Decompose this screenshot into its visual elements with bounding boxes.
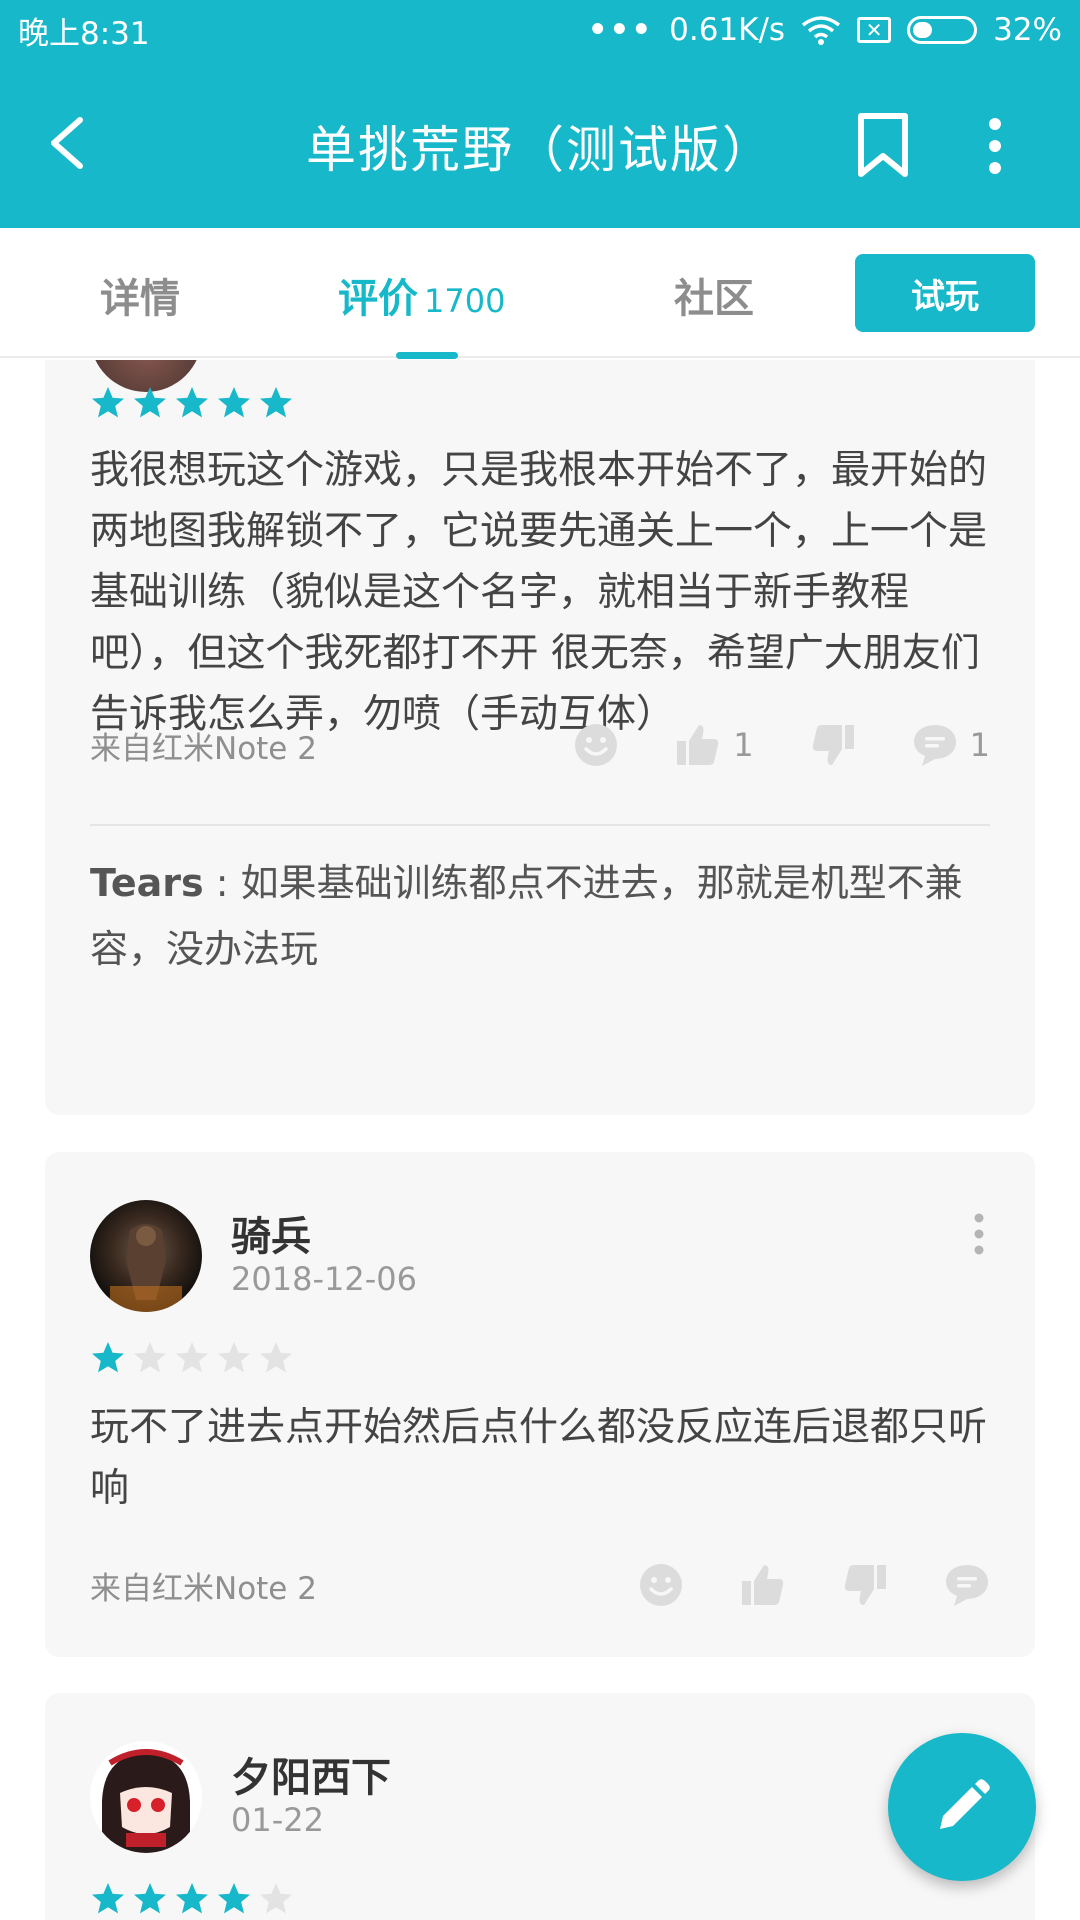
tab-details-label: 详情	[100, 276, 180, 322]
like-button[interactable]: 1	[675, 722, 754, 768]
no-sim-icon: ✕	[857, 17, 892, 43]
write-review-button[interactable]	[888, 1733, 1036, 1881]
more-vertical-icon[interactable]	[980, 116, 1010, 176]
review-card: 骑兵 2018-12-06 玩不了进去点开始然后点什么都没反应连后退都只听响 来…	[45, 1152, 1035, 1657]
dislike-button[interactable]	[842, 1562, 888, 1608]
like-button[interactable]	[740, 1562, 786, 1608]
star-filled-icon	[134, 387, 166, 418]
tab-community-label: 社区	[674, 276, 754, 322]
reply-author[interactable]: Tears	[90, 861, 204, 905]
signal-dots-icon: •••	[587, 12, 654, 48]
device-label: 来自红米Note 2	[90, 730, 317, 767]
tab-bar: 详情 评价 1700 社区 试玩	[0, 228, 1080, 359]
thumbs-up-icon	[677, 725, 719, 765]
network-speed: 0.61K/s	[669, 12, 786, 48]
review-card: 夕阳西下 01-22	[45, 1693, 1035, 1920]
avatar-image	[110, 1224, 182, 1312]
star-filled-icon	[92, 1883, 124, 1914]
star-filled-icon	[176, 387, 208, 418]
status-time: 晚上8:31	[18, 15, 150, 52]
bookmark-icon[interactable]	[855, 112, 911, 178]
review-text: 我很想玩这个游戏，只是我根本开始不了，最开始的两地图我解锁不了，它说要先通关上一…	[90, 448, 988, 737]
tab-reviews[interactable]: 评价 1700	[338, 266, 505, 324]
app-bar: 单挑荒野（测试版）	[0, 60, 1080, 228]
thumbs-down-icon	[812, 725, 854, 765]
star-empty-icon	[260, 1342, 292, 1373]
dislike-button[interactable]	[810, 722, 856, 768]
reviews-list[interactable]: 我很想玩这个游戏，只是我根本开始不了，最开始的两地图我解锁不了，它说要先通关上一…	[0, 360, 1080, 1920]
battery-percent: 32%	[993, 12, 1062, 48]
rating-stars	[90, 1340, 294, 1376]
review-date: 2018-12-06	[231, 1260, 417, 1298]
review-meta: 来自红米Note 2 1 1	[90, 720, 990, 770]
username[interactable]: 骑兵	[231, 1204, 311, 1262]
emoji-button[interactable]	[638, 1562, 684, 1608]
pencil-icon	[940, 1779, 990, 1829]
comment-icon	[913, 725, 956, 766]
review-count: 1700	[424, 282, 506, 320]
comment-button[interactable]: 1	[912, 722, 990, 768]
comment-count: 1	[969, 726, 990, 764]
tab-reviews-label: 评价	[338, 276, 418, 322]
page-title: 单挑荒野（测试版）	[306, 121, 774, 179]
username[interactable]: 夕阳西下	[231, 1745, 391, 1803]
review-text: 玩不了进去点开始然后点什么都没反应连后退都只听响	[90, 1405, 988, 1511]
star-empty-icon	[176, 1342, 208, 1373]
star-filled-icon	[92, 387, 124, 418]
device-label: 来自红米Note 2	[90, 1570, 317, 1607]
battery-icon	[907, 16, 978, 44]
tab-details[interactable]: 详情	[100, 266, 180, 324]
comment-icon	[946, 1565, 988, 1606]
avatar[interactable]	[90, 1200, 202, 1312]
reply[interactable]: Tears : 如果基础训练都点不进去，那就是机型不兼容，没办法玩	[90, 850, 990, 982]
star-empty-icon	[260, 1883, 292, 1914]
comment-button[interactable]	[944, 1562, 990, 1608]
star-filled-icon	[218, 1883, 250, 1914]
star-empty-icon	[134, 1342, 166, 1373]
rating-stars	[90, 385, 294, 421]
star-empty-icon	[218, 1342, 250, 1373]
more-vertical-icon[interactable]	[969, 1212, 989, 1256]
thumbs-down-icon	[844, 1565, 886, 1605]
review-card: 我很想玩这个游戏，只是我根本开始不了，最开始的两地图我解锁不了，它说要先通关上一…	[45, 360, 1035, 1115]
rating-stars	[90, 1881, 294, 1917]
wifi-icon	[802, 16, 841, 45]
avatar[interactable]	[90, 1741, 202, 1853]
smiley-icon	[575, 724, 618, 766]
reply-separator: :	[203, 861, 241, 905]
star-filled-icon	[134, 1883, 166, 1914]
avatar-image	[102, 1749, 190, 1853]
star-filled-icon	[260, 387, 292, 418]
like-count: 1	[733, 726, 754, 764]
try-play-button[interactable]: 试玩	[855, 254, 1035, 332]
smiley-icon	[640, 1564, 682, 1606]
thumbs-up-icon	[742, 1565, 784, 1605]
emoji-button[interactable]	[573, 722, 619, 768]
star-filled-icon	[92, 1342, 124, 1373]
review-date: 01-22	[231, 1801, 324, 1839]
star-filled-icon	[218, 387, 250, 418]
tab-community[interactable]: 社区	[674, 266, 754, 324]
status-bar: 晚上8:31 ••• 0.61K/s ✕ 32%	[0, 0, 1080, 60]
divider	[90, 824, 990, 826]
review-meta: 来自红米Note 2	[90, 1560, 990, 1610]
star-filled-icon	[176, 1883, 208, 1914]
tab-indicator	[396, 352, 458, 359]
